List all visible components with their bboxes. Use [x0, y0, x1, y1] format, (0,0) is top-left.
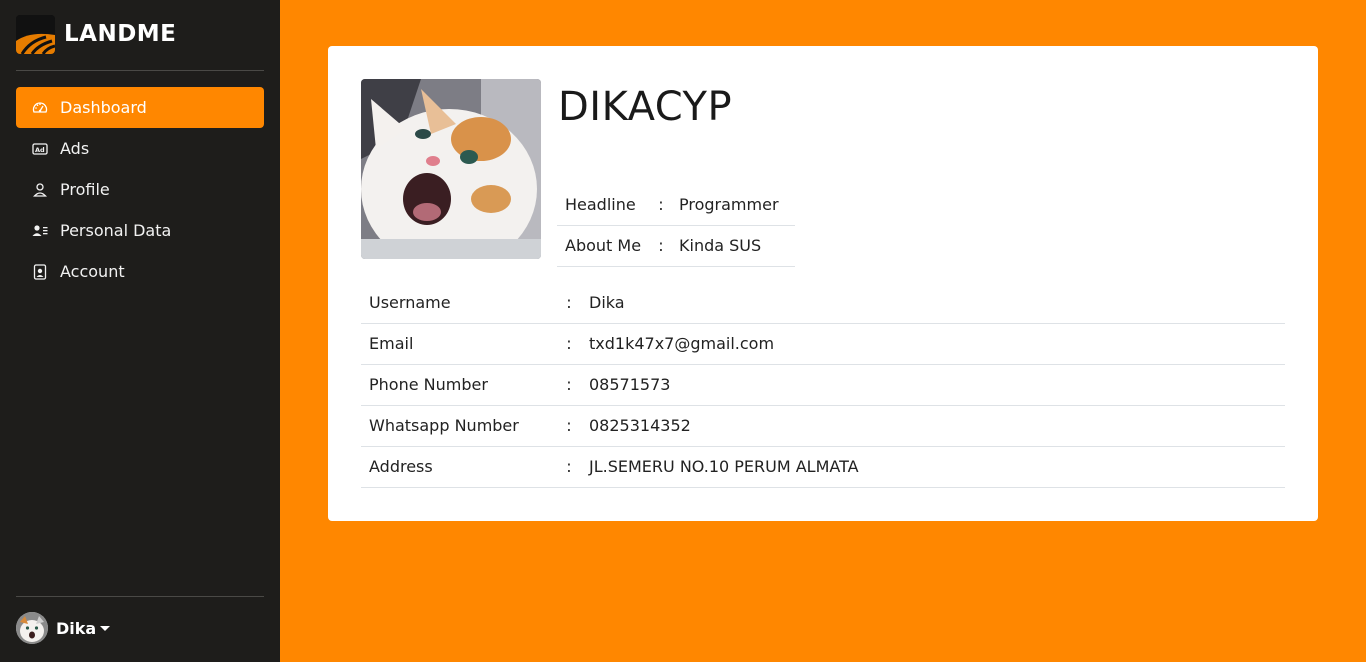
table-row: Address : JL.SEMERU NO.10 PERUM ALMATA [361, 446, 1285, 488]
personal-info-table: Username : Dika Email : txd1k47x7@gmail.… [361, 282, 1285, 488]
separator: : [557, 446, 581, 488]
svg-text:Ad: Ad [35, 146, 45, 154]
profile-summary-table: Headline : Programmer About Me : Kinda S… [557, 184, 795, 267]
ad-icon: Ad [32, 141, 48, 157]
table-row: Username : Dika [361, 282, 1285, 324]
sidebar-item-profile[interactable]: Profile [16, 169, 264, 210]
user-name: Dika [56, 618, 97, 638]
chevron-down-icon [100, 625, 111, 631]
sidebar-item-personal-data[interactable]: Personal Data [16, 210, 264, 251]
phone-label: Phone Number [361, 364, 557, 406]
brand-name: LANDME [64, 21, 177, 47]
brand[interactable]: LANDME [16, 14, 176, 54]
sidebar-item-label: Ads [60, 139, 90, 158]
table-row: Phone Number : 08571573 [361, 364, 1285, 406]
person-badge-icon [32, 263, 48, 280]
user-menu-dropdown[interactable]: Dika [16, 612, 111, 644]
sidebar-divider [16, 70, 264, 71]
separator: : [651, 184, 671, 226]
separator: : [557, 282, 581, 324]
separator: : [557, 364, 581, 406]
sidebar-item-account[interactable]: Account [16, 251, 264, 292]
about-label: About Me [557, 225, 651, 267]
table-row: About Me : Kinda SUS [557, 225, 795, 267]
phone-value: 08571573 [581, 364, 1285, 406]
person-lines-icon [32, 223, 48, 239]
whatsapp-value: 0825314352 [581, 405, 1285, 447]
headline-value: Programmer [671, 184, 795, 226]
person-icon [32, 182, 48, 198]
username-label: Username [361, 282, 557, 324]
sidebar-item-label: Dashboard [60, 98, 147, 117]
speedometer-icon [32, 100, 48, 116]
sidebar-item-label: Personal Data [60, 221, 172, 240]
headline-label: Headline [557, 184, 651, 226]
profile-display-name: DIKACYP [558, 84, 733, 130]
sidebar: LANDME Dashboard Ad Ads Profile Personal [0, 0, 280, 662]
separator: : [557, 323, 581, 365]
username-value: Dika [581, 282, 1285, 324]
whatsapp-label: Whatsapp Number [361, 405, 557, 447]
email-value: txd1k47x7@gmail.com [581, 323, 1285, 365]
sidebar-item-label: Profile [60, 180, 110, 199]
avatar [16, 612, 48, 644]
address-value: JL.SEMERU NO.10 PERUM ALMATA [581, 446, 1285, 488]
table-row: Whatsapp Number : 0825314352 [361, 405, 1285, 447]
profile-card: DIKACYP Headline : Programmer About Me :… [328, 46, 1318, 521]
sidebar-item-ads[interactable]: Ad Ads [16, 128, 264, 169]
table-row: Email : txd1k47x7@gmail.com [361, 323, 1285, 365]
address-label: Address [361, 446, 557, 488]
sidebar-divider [16, 596, 264, 597]
profile-photo [361, 79, 541, 259]
email-label: Email [361, 323, 557, 365]
table-row: Headline : Programmer [557, 184, 795, 226]
sidebar-item-dashboard[interactable]: Dashboard [16, 87, 264, 128]
separator: : [651, 225, 671, 267]
sidebar-nav: Dashboard Ad Ads Profile Personal Data A… [16, 87, 264, 292]
brand-logo-icon [16, 14, 55, 54]
separator: : [557, 405, 581, 447]
sidebar-item-label: Account [60, 262, 125, 281]
about-value: Kinda SUS [671, 225, 795, 267]
